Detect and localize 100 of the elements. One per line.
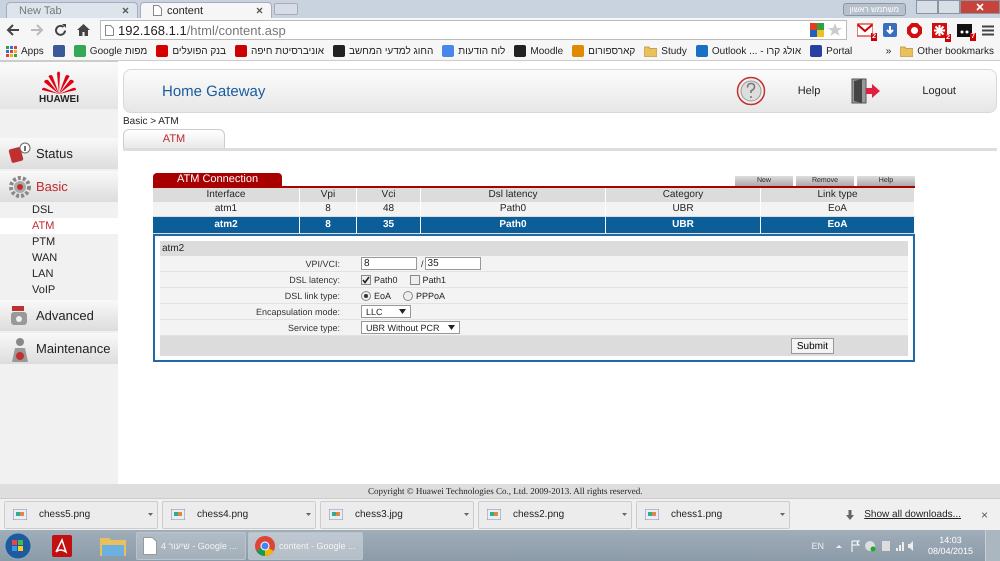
table-cell: Path0 [421,217,606,233]
gear-icon [8,174,32,198]
checkbox[interactable] [410,274,420,284]
caret-icon[interactable] [306,513,311,516]
logo-area: HUAWEI [0,61,118,109]
download-icon [846,510,854,520]
dropdown[interactable]: UBR Without PCR [361,321,460,334]
home-icon[interactable] [77,24,90,36]
caret-icon[interactable] [148,513,153,516]
separator-text: / [421,258,424,268]
favicon-icon [235,45,247,57]
caret-icon [448,325,455,330]
submit-button[interactable]: Submit [790,338,834,354]
more-bookmarks-button[interactable]: » [886,46,892,56]
extension-button[interactable] [883,23,897,37]
bookmark[interactable]: אוניברסיטת חיפה [235,45,324,57]
caret-icon[interactable] [622,513,627,516]
bookmark[interactable]: Study [644,46,687,56]
download-item[interactable]: chess3.jpg [320,500,474,528]
checkbox[interactable] [361,274,371,284]
logout-link[interactable]: Logout [922,85,956,97]
table-cell: Path0 [421,202,606,216]
table-cell: 35 [357,217,421,233]
bookmark[interactable]: החוג למדעי המחשב [332,45,434,57]
radio-button[interactable] [403,290,414,300]
sidebar-section[interactable]: Basic [0,171,118,202]
sidebar-item[interactable]: ATM [0,218,118,234]
document-icon [143,536,157,554]
star-icon[interactable] [828,23,842,37]
apps-grid-icon [6,46,17,56]
huawei-logo-icon [41,70,77,94]
favicon-icon [514,45,526,57]
bookmark[interactable]: קארספורום [572,45,636,57]
bookmark[interactable]: Google מפות [74,45,148,57]
help-icon[interactable] [736,76,766,106]
mail-icon [857,23,873,37]
table-row[interactable]: atm1 8 48 Path0 UBR EoA [153,202,915,217]
close-button[interactable] [960,0,1000,14]
input-field[interactable]: 35 [424,257,481,270]
download-item[interactable]: chess4.png [162,500,316,528]
close-icon [976,3,984,11]
field-label: DSL link type: [284,290,340,300]
bookmark[interactable]: Outlook ... - אולג קרו [696,45,802,57]
download-icon [883,23,897,37]
table-cell: EoA [761,217,915,233]
bookmark[interactable]: Apps [6,46,44,56]
system-tray-icons[interactable] [836,540,916,552]
pdf-icon[interactable] [52,534,72,556]
bookmark[interactable]: Portal [810,45,852,57]
table-cell: 48 [357,202,421,216]
extension-icon [957,24,972,36]
detail-title: atm2 [160,241,908,256]
start-button[interactable] [4,532,32,560]
browser-tab[interactable]: content [140,2,272,18]
bookmark[interactable]: לוח הודעות [442,45,506,57]
help-link[interactable]: Help [798,85,820,97]
download-item[interactable]: chess1.png [636,500,790,528]
extension-button[interactable] [907,22,922,38]
field-label: DSL latency: [288,274,340,284]
caret-icon[interactable] [464,513,469,516]
bookmark[interactable]: בנק הפועלים [156,45,226,57]
logout-icon[interactable] [850,78,880,104]
back-icon[interactable] [6,24,20,36]
image-file-icon [13,509,27,520]
dropdown[interactable]: LLC [361,305,411,318]
asterisk-icon [932,22,947,38]
bookmark[interactable]: Moodle [514,45,564,57]
radio-button[interactable] [361,290,371,300]
option-label: EoA [374,290,392,300]
favicon-icon [74,45,86,57]
close-icon[interactable] [122,7,129,14]
sidebar-section[interactable]: Maintenance [0,333,118,364]
folder-icon [644,46,658,56]
caret-icon [399,309,406,314]
option-label: Path1 [422,274,446,284]
favicon-icon [442,45,454,57]
sidebar-section[interactable]: Advanced [0,300,118,331]
close-icon[interactable] [256,7,263,14]
sidebar-section[interactable]: Status [0,138,118,169]
close-button[interactable]: × [980,508,988,522]
download-item[interactable]: chess2.png [478,500,632,528]
address-bar[interactable]: 192.168.1.1/html/content.asp [100,20,847,40]
caret-icon[interactable] [780,513,785,516]
show-all-downloads-link[interactable]: Show all downloads... [864,509,961,520]
favicon-icon [156,45,168,57]
stop-sign-icon [907,22,922,38]
input-field[interactable]: 8 [361,257,417,270]
favicon-icon [332,45,345,57]
table-cell: atm2 [153,217,300,233]
download-item[interactable]: chess5.png [4,500,158,528]
page-tab[interactable]: ATM [123,129,225,148]
table-row[interactable]: atm2 8 35 Path0 UBR EoA [153,217,915,234]
menu-icon[interactable] [982,24,994,36]
option-label: PPPoA [416,290,446,300]
bookmark-folder[interactable]: Other bookmarks [900,46,994,56]
bookmark[interactable] [52,45,65,57]
reload-icon[interactable] [54,24,67,36]
field-label: Encapsulation mode: [254,306,340,316]
page-icon [153,5,162,16]
avg-icon[interactable] [810,23,824,37]
